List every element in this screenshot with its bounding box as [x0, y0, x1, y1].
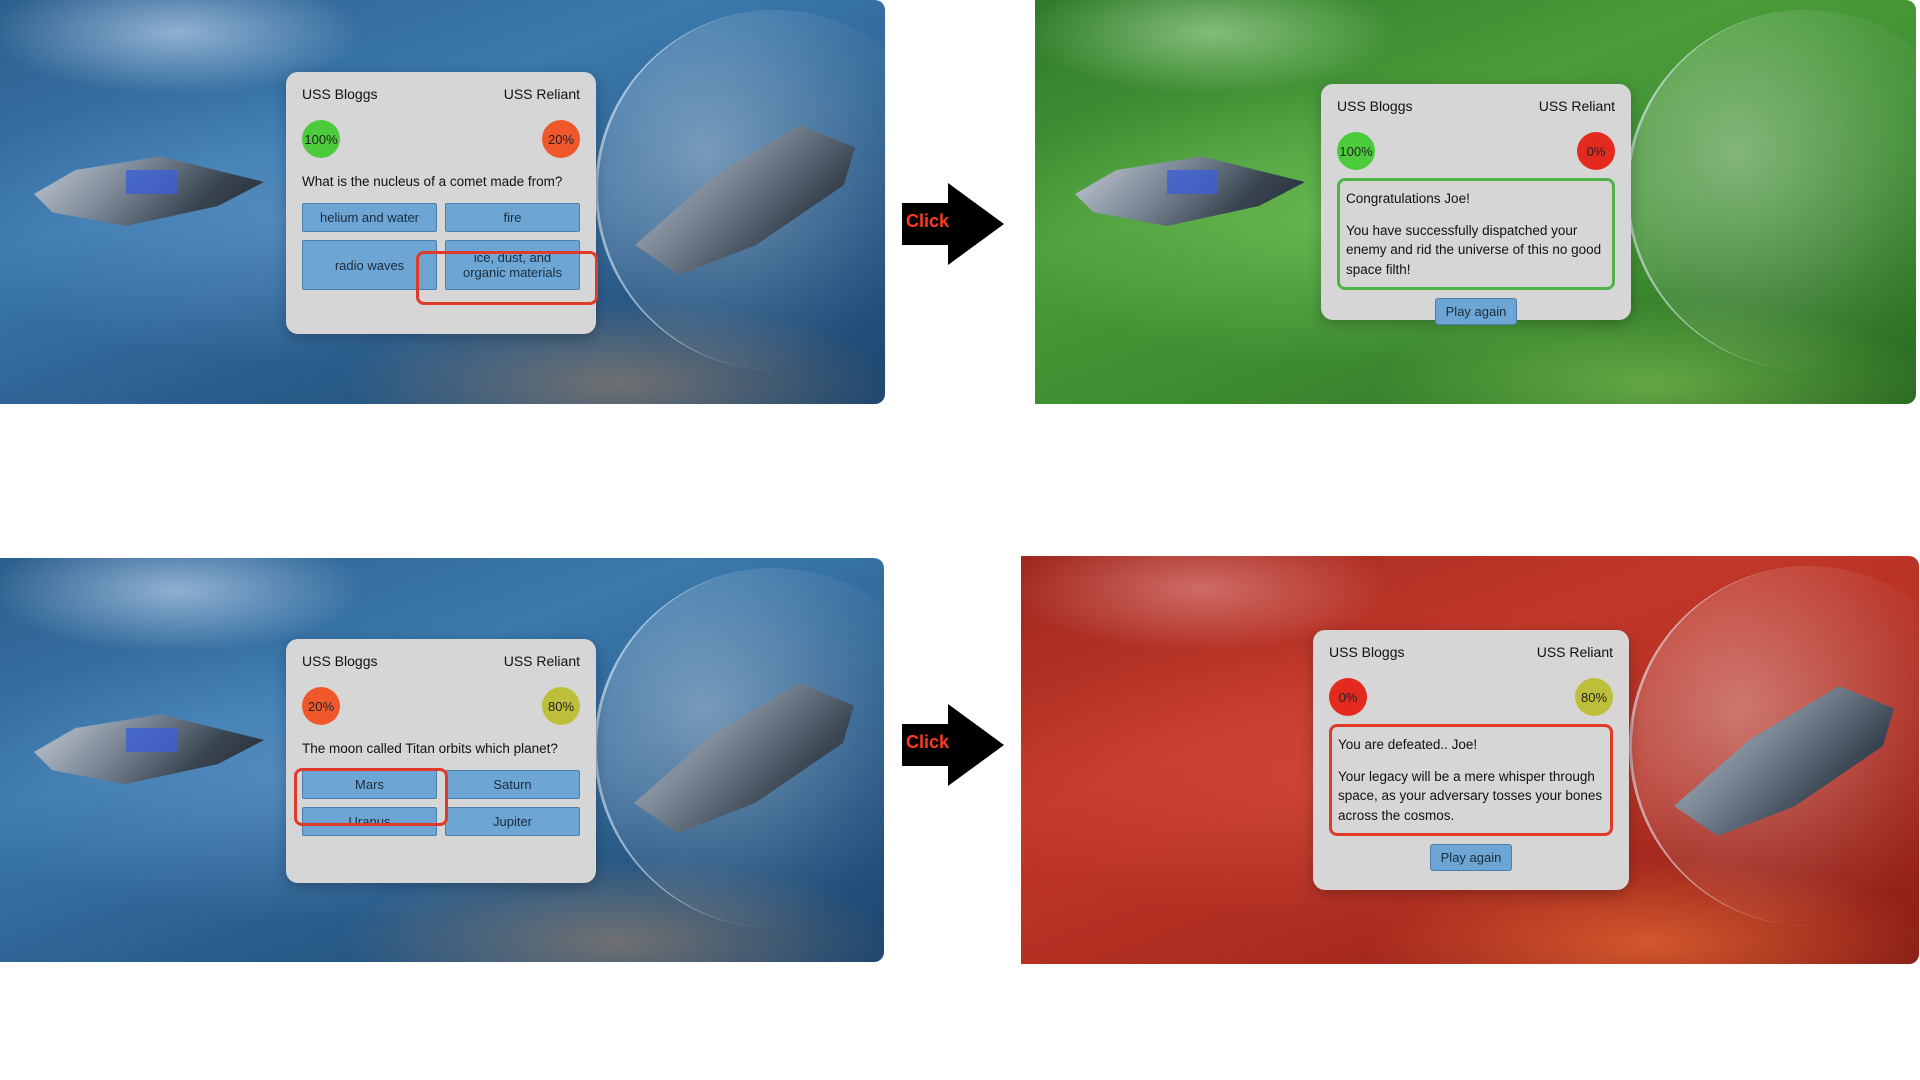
game-screen-victory: USS Bloggs USS Reliant 100% 0% Congratul… [1035, 0, 1916, 404]
player-spaceship [1075, 156, 1305, 226]
ship-names: USS Bloggs USS Reliant [302, 653, 580, 669]
answer-button-selected[interactable]: Mars [302, 770, 437, 799]
answer-grid: helium and water fire radio waves ice, d… [302, 203, 580, 290]
question-text: What is the nucleus of a comet made from… [302, 174, 563, 189]
answer-button[interactable]: fire [445, 203, 580, 232]
enemy-health-badge: 80% [1575, 678, 1613, 716]
click-label: Click [906, 732, 950, 752]
enemy-health-badge: 20% [542, 120, 580, 158]
player-health-badge: 100% [1337, 132, 1375, 170]
ship-names: USS Bloggs USS Reliant [1329, 644, 1613, 660]
answer-button[interactable]: Saturn [445, 770, 580, 799]
player-health-badge: 0% [1329, 678, 1367, 716]
player-ship-name: USS Bloggs [302, 86, 378, 102]
player-ship-name: USS Bloggs [1329, 644, 1405, 660]
answer-button[interactable]: radio waves [302, 240, 437, 290]
enemy-health-badge: 0% [1577, 132, 1615, 170]
planet [1626, 10, 1916, 370]
arrow-head [948, 183, 1004, 265]
click-arrow: Click [902, 704, 1004, 786]
play-again-button[interactable]: Play again [1429, 844, 1513, 872]
game-screen-defeat: USS Bloggs USS Reliant 0% 80% You are de… [1021, 556, 1919, 964]
health-scores: 0% 80% [1329, 678, 1613, 716]
answer-button[interactable]: Uranus [302, 807, 437, 836]
victory-message: Congratulations Joe! You have successful… [1337, 178, 1615, 291]
enemy-health-badge: 80% [542, 687, 580, 725]
play-again-button[interactable]: Play again [1434, 298, 1518, 326]
result-panel: USS Bloggs USS Reliant 0% 80% You are de… [1313, 630, 1629, 890]
answer-button-selected[interactable]: ice, dust, and organic materials [445, 240, 580, 290]
result-panel: USS Bloggs USS Reliant 100% 0% Congratul… [1321, 84, 1631, 326]
player-health-badge: 100% [302, 120, 340, 158]
player-ship-name: USS Bloggs [302, 653, 378, 669]
message-title: You are defeated.. Joe! [1338, 737, 1478, 752]
enemy-ship-name: USS Reliant [1536, 644, 1613, 660]
message-body: Your legacy will be a mere whisper throu… [1338, 768, 1603, 823]
question-text: The moon called Titan orbits which plane… [302, 741, 558, 756]
defeat-message: You are defeated.. Joe! Your legacy will… [1329, 724, 1613, 837]
answer-grid: Mars Saturn Uranus Jupiter [302, 770, 580, 836]
player-spaceship [34, 714, 264, 784]
health-scores: 100% 0% [1337, 132, 1615, 170]
enemy-ship-name: USS Reliant [503, 653, 580, 669]
player-ship-name: USS Bloggs [1337, 98, 1413, 114]
message-body: You have successfully dispatched your en… [1346, 222, 1602, 277]
message-title: Congratulations Joe! [1346, 191, 1470, 206]
health-scores: 20% 80% [302, 687, 580, 725]
player-health-badge: 20% [302, 687, 340, 725]
game-screen-question-2: USS Bloggs USS Reliant 20% 80% The moon … [0, 558, 884, 962]
enemy-ship-name: USS Reliant [1538, 98, 1615, 114]
arrow-head [948, 704, 1004, 786]
click-label: Click [906, 211, 950, 231]
answer-button[interactable]: Jupiter [445, 807, 580, 836]
answer-button[interactable]: helium and water [302, 203, 437, 232]
quiz-panel: USS Bloggs USS Reliant 20% 80% The moon … [286, 639, 596, 883]
enemy-ship-name: USS Reliant [503, 86, 580, 102]
health-scores: 100% 20% [302, 120, 580, 158]
game-screen-question-1: USS Bloggs USS Reliant 100% 20% What is … [0, 0, 885, 404]
quiz-panel: USS Bloggs USS Reliant 100% 20% What is … [286, 72, 596, 334]
ship-names: USS Bloggs USS Reliant [302, 86, 580, 102]
ship-names: USS Bloggs USS Reliant [1337, 98, 1615, 114]
click-arrow: Click [902, 183, 1004, 265]
player-spaceship [34, 156, 264, 226]
storyboard: USS Bloggs USS Reliant 100% 20% What is … [0, 0, 1920, 1080]
